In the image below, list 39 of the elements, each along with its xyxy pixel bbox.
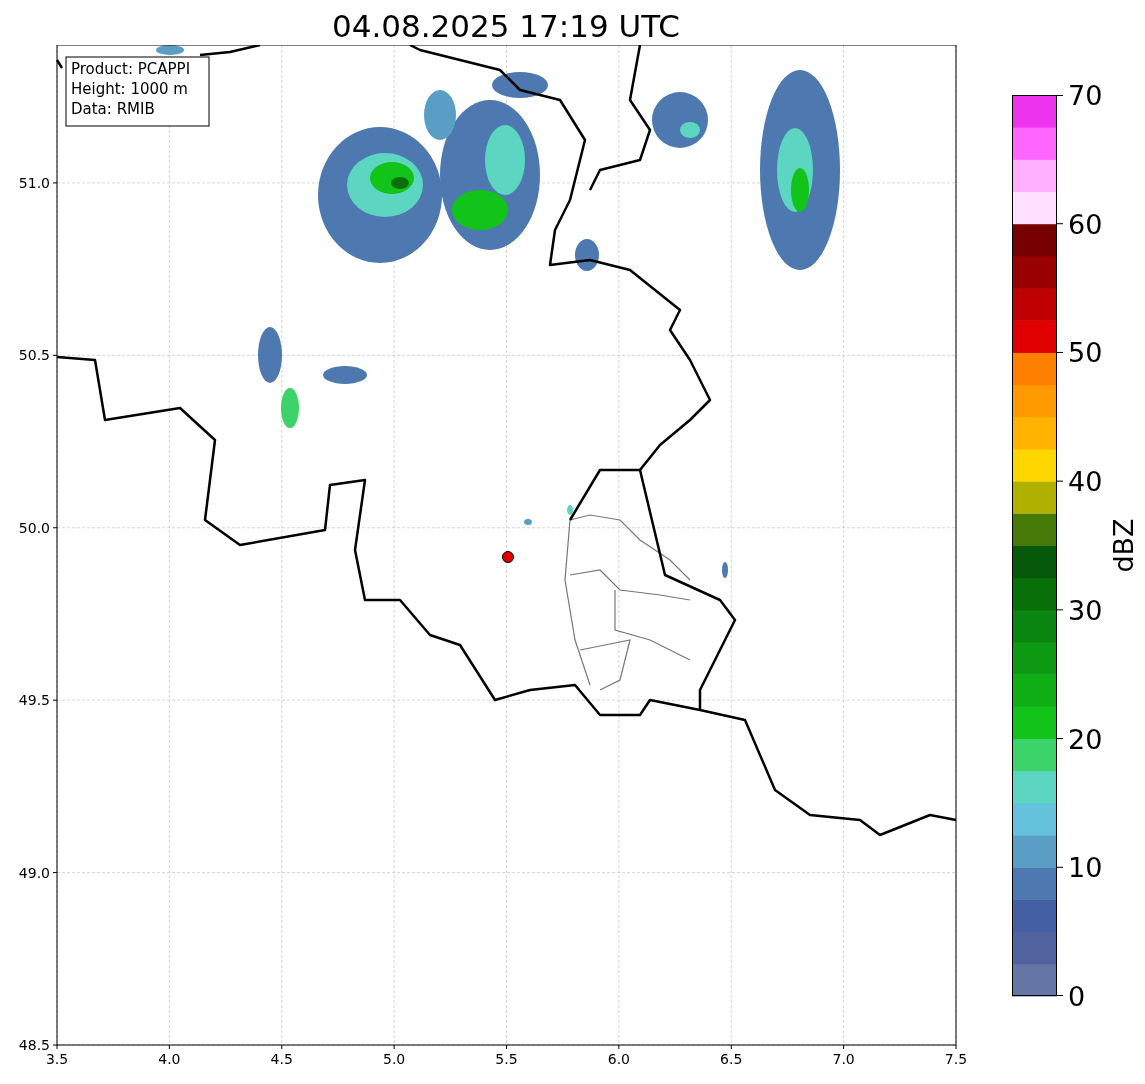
info-text: Product: PCAPPI (71, 60, 191, 78)
colorbar-tick-label: 50 (1068, 337, 1103, 369)
colorbar-tick-label: 60 (1068, 208, 1103, 240)
radar-echo-drawing (524, 519, 532, 525)
radar-site-marker (502, 551, 514, 563)
colorbar-tick-label: 0 (1068, 981, 1086, 1012)
colorbar-label: dBZ (1108, 518, 1139, 573)
radar-echo-drawing (722, 562, 728, 578)
latitude-tick-label: 49.5 (18, 692, 50, 709)
latitude-tick-label: 48.5 (18, 1037, 50, 1053)
latitude-tick-label: 51.0 (18, 174, 50, 191)
latitude-tick-label: 49.0 (18, 864, 50, 881)
longitude-tick-label: 3.5 (45, 1051, 69, 1067)
longitude-tick-label: 4.0 (158, 1051, 181, 1067)
info-text: Data: RMIB (71, 100, 155, 118)
info-text: Height: 1000 m (71, 80, 188, 98)
radar-echo-drawing (323, 366, 367, 384)
longitude-tick-label: 6.0 (607, 1051, 630, 1067)
radar-echo-drawing (281, 388, 299, 428)
longitude-tick-label: 5.0 (383, 1051, 406, 1067)
radar-echo-drawing (492, 72, 548, 98)
latitude-tick-label: 50.0 (18, 519, 50, 536)
radar-echo-drawing (567, 505, 573, 515)
radar-echo-drawing (652, 92, 708, 148)
colorbar-tick-label: 20 (1068, 723, 1103, 755)
longitude-tick-label: 6.5 (720, 1051, 743, 1067)
longitude-tick-label: 7.0 (832, 1051, 855, 1067)
colorbar-tick-label: 10 (1068, 852, 1103, 884)
colorbar-tick-label: 70 (1068, 80, 1103, 111)
colorbar-tick-label: 30 (1068, 594, 1103, 626)
longitude-tick-label: 5.5 (495, 1051, 518, 1067)
radar-echo-drawing (258, 327, 282, 383)
chart-title: 04.08.2025 17:19 UTC (331, 7, 681, 45)
colorbar-tick-label: 40 (1068, 466, 1103, 498)
radar-echo-drawing (156, 45, 184, 55)
radar-echo-drawing (575, 239, 599, 271)
latitude-tick-label: 50.5 (18, 347, 50, 364)
longitude-tick-label: 7.5 (944, 1051, 968, 1067)
longitude-tick-label: 4.5 (270, 1051, 293, 1067)
